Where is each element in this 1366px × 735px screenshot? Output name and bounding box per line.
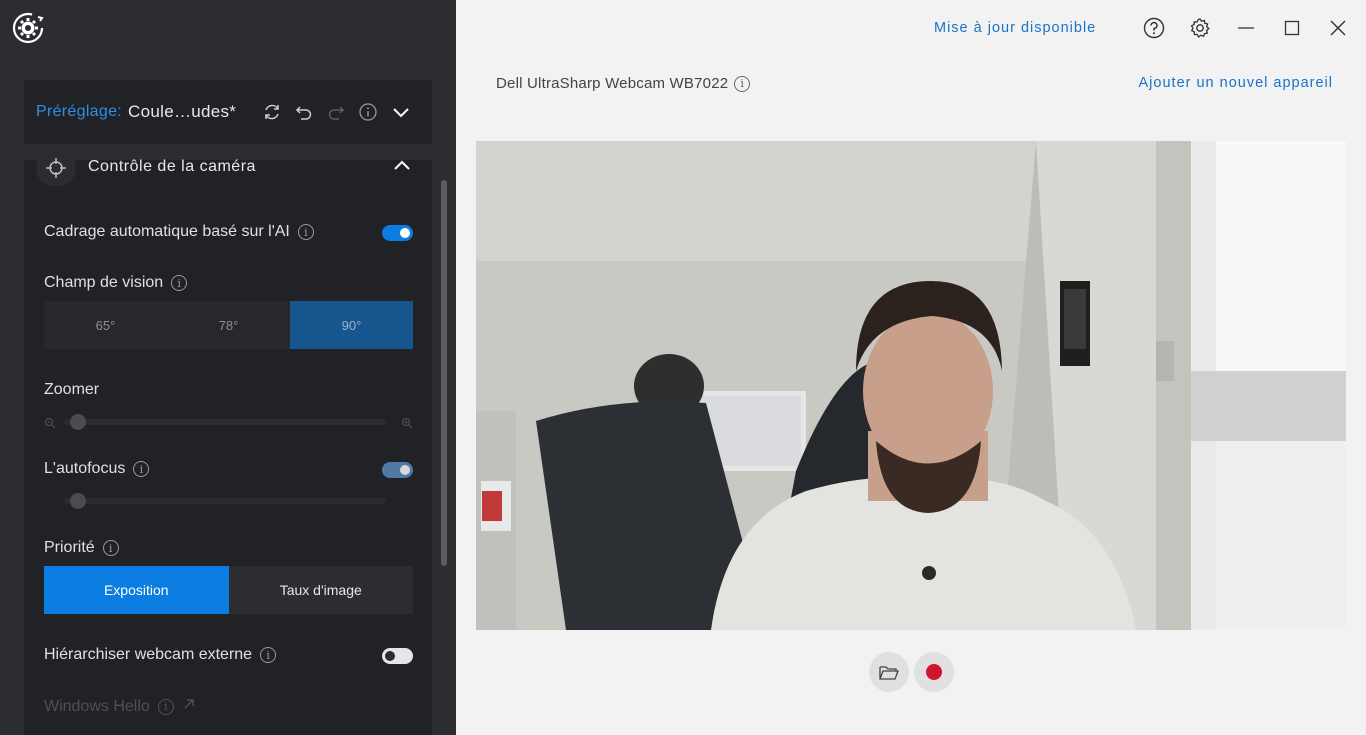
fov-selector: 65° 78° 90° bbox=[44, 301, 413, 349]
sidebar-scrollbar[interactable] bbox=[441, 180, 447, 566]
main-area: Mise à jour disponible Dell UltraSharp W… bbox=[456, 0, 1366, 735]
priority-label: Priorité bbox=[44, 539, 95, 556]
zoom-row: Zoomer bbox=[44, 381, 99, 399]
ai-framing-toggle[interactable] bbox=[382, 225, 413, 241]
chevron-down-icon[interactable] bbox=[391, 102, 411, 122]
device-name-label: Dell UltraSharp Webcam WB7022 bbox=[496, 75, 729, 92]
close-icon[interactable] bbox=[1327, 17, 1349, 39]
info-icon[interactable]: i bbox=[171, 275, 188, 291]
app-logo-icon bbox=[11, 11, 45, 45]
crosshair-icon bbox=[36, 150, 76, 186]
zoom-in-icon bbox=[401, 416, 413, 429]
external-webcam-label: Hiérarchiser webcam externe bbox=[44, 646, 253, 663]
info-icon[interactable]: i bbox=[133, 461, 150, 477]
zoom-slider-thumb[interactable] bbox=[70, 414, 86, 430]
undo-icon[interactable] bbox=[294, 102, 314, 122]
zoom-label: Zoomer bbox=[44, 381, 100, 398]
priority-row: Priorité i bbox=[44, 539, 119, 557]
windows-hello-label: Windows Hello bbox=[44, 697, 150, 715]
fov-row: Champ de vision i bbox=[44, 274, 188, 292]
camera-control-header[interactable]: Contrôle de la caméra bbox=[24, 150, 432, 186]
chevron-up-icon[interactable] bbox=[392, 156, 412, 176]
ai-framing-row: Cadrage automatique basé sur l'AI i bbox=[44, 223, 314, 241]
info-icon: i bbox=[157, 698, 174, 715]
external-webcam-row: Hiérarchiser webcam externe i bbox=[44, 646, 277, 664]
open-folder-icon[interactable] bbox=[869, 652, 909, 692]
autofocus-toggle[interactable] bbox=[382, 462, 413, 478]
zoom-out-icon bbox=[44, 416, 56, 429]
preset-value: Coule…udes* bbox=[128, 102, 237, 121]
info-icon[interactable]: i bbox=[260, 647, 277, 663]
refresh-icon[interactable] bbox=[262, 102, 282, 122]
info-icon[interactable] bbox=[358, 102, 378, 122]
focus-slider[interactable] bbox=[64, 498, 386, 504]
info-icon[interactable]: i bbox=[297, 224, 314, 240]
fov-option-90[interactable]: 90° bbox=[290, 301, 413, 349]
focus-slider-thumb[interactable] bbox=[70, 493, 86, 509]
fov-label: Champ de vision bbox=[44, 274, 164, 291]
autofocus-label: L'autofocus bbox=[44, 460, 126, 477]
record-icon[interactable] bbox=[914, 652, 954, 692]
autofocus-row: L'autofocus i bbox=[44, 460, 150, 478]
fov-option-65[interactable]: 65° bbox=[44, 301, 167, 349]
settings-icon[interactable] bbox=[1189, 17, 1211, 39]
redo-icon[interactable] bbox=[326, 102, 346, 122]
device-name: Dell UltraSharp Webcam WB7022 i bbox=[496, 75, 751, 92]
add-device-link[interactable]: Ajouter un nouvel appareil bbox=[1139, 75, 1333, 91]
priority-selector: Exposition Taux d'image bbox=[44, 566, 413, 614]
preset-label: Préréglage: bbox=[36, 103, 123, 120]
external-webcam-toggle[interactable] bbox=[382, 648, 413, 664]
sidebar: Préréglage: Coule…udes* Contrôle de la c… bbox=[0, 0, 456, 735]
info-icon[interactable]: i bbox=[734, 75, 751, 92]
external-link-icon bbox=[182, 697, 196, 716]
preset-bar[interactable]: Préréglage: Coule…udes* bbox=[24, 80, 432, 144]
update-available-link[interactable]: Mise à jour disponible bbox=[934, 20, 1096, 36]
ai-framing-label: Cadrage automatique basé sur l'AI bbox=[44, 223, 290, 240]
priority-framerate-button[interactable]: Taux d'image bbox=[228, 566, 413, 614]
minimize-icon[interactable] bbox=[1235, 17, 1257, 39]
camera-control-panel: Contrôle de la caméra Cadrage automatiqu… bbox=[24, 150, 432, 735]
windows-hello-row: Windows Hello i bbox=[44, 697, 196, 716]
camera-preview bbox=[476, 141, 1346, 630]
zoom-slider[interactable] bbox=[64, 419, 386, 425]
help-icon[interactable] bbox=[1143, 17, 1165, 39]
priority-exposure-button[interactable]: Exposition bbox=[44, 566, 229, 614]
camera-control-title: Contrôle de la caméra bbox=[88, 158, 256, 175]
maximize-icon[interactable] bbox=[1281, 17, 1303, 39]
info-icon[interactable]: i bbox=[102, 540, 119, 556]
fov-option-78[interactable]: 78° bbox=[167, 301, 290, 349]
